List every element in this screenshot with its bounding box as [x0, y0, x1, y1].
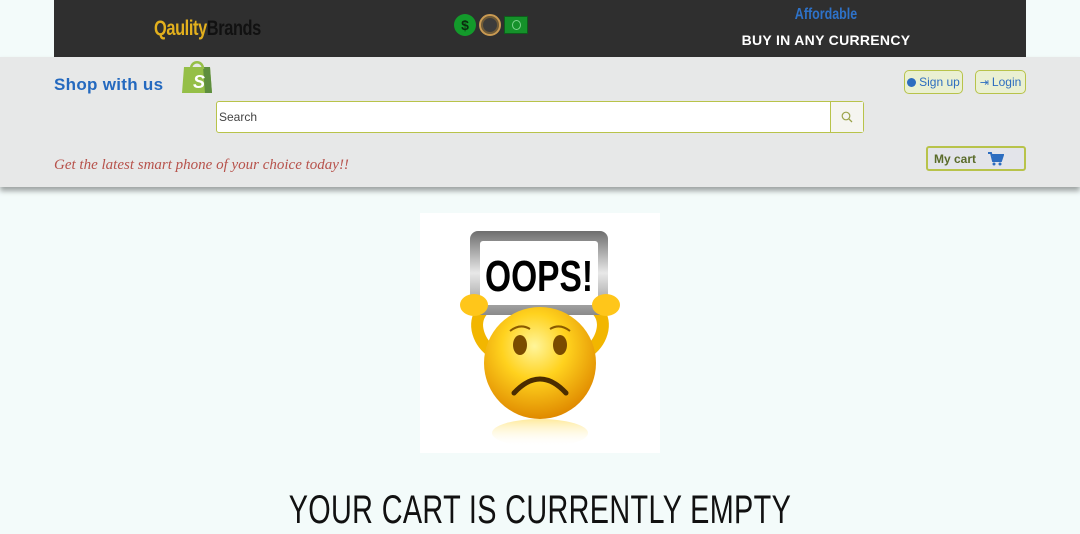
top-banner: QaulityBrands $ Affordable BUY IN ANY CU…	[54, 0, 1026, 57]
login-label: Login	[991, 75, 1022, 89]
svg-text:S: S	[193, 72, 205, 92]
banknote-icon	[504, 16, 528, 34]
currency-tagline: BUY IN ANY CURRENCY	[741, 32, 911, 48]
oops-illustration: OOPS!	[420, 213, 660, 453]
empty-cart-heading: YOUR CART IS CURRENTLY EMPTY	[0, 488, 1080, 533]
signup-label: Sign up	[919, 75, 960, 89]
brand-first-word: Qaulity	[154, 17, 207, 40]
currency-icons: $	[454, 14, 528, 36]
search-bar	[216, 101, 864, 133]
shopping-bag-icon: S	[182, 61, 212, 93]
brand-second-word: Brands	[206, 17, 261, 40]
search-input[interactable]	[217, 102, 831, 132]
login-button[interactable]: ⇥ Login	[975, 70, 1026, 94]
affordable-block: Affordable BUY IN ANY CURRENCY	[726, 6, 926, 48]
signup-button[interactable]: Sign up	[904, 70, 963, 94]
cart-icon	[988, 151, 1005, 165]
gold-coin-icon	[479, 14, 501, 36]
sad-emoji-sign-icon: OOPS!	[460, 231, 620, 447]
promo-tagline: Get the latest smart phone of your choic…	[54, 157, 349, 173]
page: QaulityBrands $ Affordable BUY IN ANY CU…	[0, 0, 1080, 534]
shop-title[interactable]: Shop with us	[54, 75, 163, 95]
login-arrow-icon: ⇥	[979, 76, 989, 89]
user-circle-icon	[907, 77, 917, 87]
sign-text: OOPS!	[485, 252, 593, 301]
cart-label: My cart	[934, 151, 977, 166]
empty-cart-message: YOUR CART IS CURRENTLY EMPTY	[288, 488, 792, 532]
affordable-title: Affordable	[794, 6, 858, 23]
search-icon	[841, 111, 853, 123]
site-header: Shop with us S Sign up ⇥ Login Get the	[0, 57, 1080, 187]
dollar-coin-icon: $	[454, 14, 476, 36]
search-button[interactable]	[830, 102, 863, 132]
my-cart-button[interactable]: My cart	[926, 146, 1026, 171]
brand-logo[interactable]: QaulityBrands	[154, 17, 261, 41]
